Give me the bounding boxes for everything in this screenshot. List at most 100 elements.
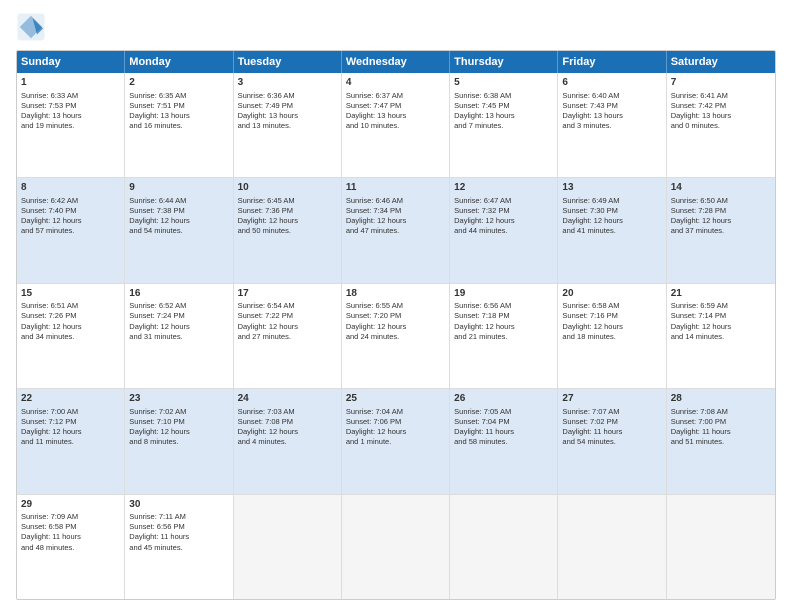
day-number: 1 bbox=[21, 76, 120, 90]
cell-line: and 21 minutes. bbox=[454, 332, 553, 342]
cell-line: Daylight: 12 hours bbox=[21, 322, 120, 332]
cell-line: Daylight: 13 hours bbox=[454, 111, 553, 121]
cal-cell: 14Sunrise: 6:50 AMSunset: 7:28 PMDayligh… bbox=[667, 178, 775, 282]
cell-line: Sunrise: 7:04 AM bbox=[346, 407, 445, 417]
header bbox=[16, 12, 776, 42]
day-number: 18 bbox=[346, 287, 445, 301]
day-number: 3 bbox=[238, 76, 337, 90]
cell-line: and 57 minutes. bbox=[21, 226, 120, 236]
cell-line: Sunset: 7:32 PM bbox=[454, 206, 553, 216]
cell-line: Daylight: 12 hours bbox=[21, 427, 120, 437]
cell-line: Sunset: 7:40 PM bbox=[21, 206, 120, 216]
cal-cell: 3Sunrise: 6:36 AMSunset: 7:49 PMDaylight… bbox=[234, 73, 342, 177]
cal-cell: 15Sunrise: 6:51 AMSunset: 7:26 PMDayligh… bbox=[17, 284, 125, 388]
calendar-header: SundayMondayTuesdayWednesdayThursdayFrid… bbox=[17, 51, 775, 73]
cal-cell: 1Sunrise: 6:33 AMSunset: 7:53 PMDaylight… bbox=[17, 73, 125, 177]
cell-line: Daylight: 12 hours bbox=[671, 322, 771, 332]
cal-cell bbox=[450, 495, 558, 599]
cell-line: Daylight: 12 hours bbox=[129, 427, 228, 437]
cell-line: Sunset: 7:12 PM bbox=[21, 417, 120, 427]
cell-line: and 3 minutes. bbox=[562, 121, 661, 131]
cal-cell: 22Sunrise: 7:00 AMSunset: 7:12 PMDayligh… bbox=[17, 389, 125, 493]
cell-line: Sunset: 7:04 PM bbox=[454, 417, 553, 427]
logo bbox=[16, 12, 50, 42]
cal-cell: 25Sunrise: 7:04 AMSunset: 7:06 PMDayligh… bbox=[342, 389, 450, 493]
day-number: 24 bbox=[238, 392, 337, 406]
cell-line: Sunrise: 7:09 AM bbox=[21, 512, 120, 522]
cell-line: Sunset: 7:18 PM bbox=[454, 311, 553, 321]
cell-line: Sunrise: 6:51 AM bbox=[21, 301, 120, 311]
cal-cell: 19Sunrise: 6:56 AMSunset: 7:18 PMDayligh… bbox=[450, 284, 558, 388]
cell-line: and 7 minutes. bbox=[454, 121, 553, 131]
cal-row-4: 29Sunrise: 7:09 AMSunset: 6:58 PMDayligh… bbox=[17, 495, 775, 599]
cell-line: Sunrise: 6:50 AM bbox=[671, 196, 771, 206]
cal-header-cell-saturday: Saturday bbox=[667, 51, 775, 73]
cell-line: and 45 minutes. bbox=[129, 543, 228, 553]
cell-line: Sunrise: 6:55 AM bbox=[346, 301, 445, 311]
day-number: 8 bbox=[21, 181, 120, 195]
cell-line: Daylight: 12 hours bbox=[346, 216, 445, 226]
cal-cell: 13Sunrise: 6:49 AMSunset: 7:30 PMDayligh… bbox=[558, 178, 666, 282]
cell-line: Sunrise: 6:33 AM bbox=[21, 91, 120, 101]
cell-line: and 14 minutes. bbox=[671, 332, 771, 342]
cell-line: Sunrise: 6:52 AM bbox=[129, 301, 228, 311]
cell-line: Sunset: 7:02 PM bbox=[562, 417, 661, 427]
cal-header-cell-friday: Friday bbox=[558, 51, 666, 73]
day-number: 11 bbox=[346, 181, 445, 195]
day-number: 12 bbox=[454, 181, 553, 195]
cell-line: Daylight: 13 hours bbox=[21, 111, 120, 121]
cell-line: and 54 minutes. bbox=[129, 226, 228, 236]
cell-line: Daylight: 13 hours bbox=[129, 111, 228, 121]
day-number: 30 bbox=[129, 498, 228, 512]
cell-line: Sunrise: 7:08 AM bbox=[671, 407, 771, 417]
cell-line: and 44 minutes. bbox=[454, 226, 553, 236]
cell-line: Sunrise: 6:42 AM bbox=[21, 196, 120, 206]
cell-line: Sunrise: 6:49 AM bbox=[562, 196, 661, 206]
cal-cell: 11Sunrise: 6:46 AMSunset: 7:34 PMDayligh… bbox=[342, 178, 450, 282]
cal-header-cell-monday: Monday bbox=[125, 51, 233, 73]
cell-line: Sunrise: 6:36 AM bbox=[238, 91, 337, 101]
cell-line: Sunrise: 6:46 AM bbox=[346, 196, 445, 206]
cell-line: Sunrise: 6:47 AM bbox=[454, 196, 553, 206]
cell-line: and 16 minutes. bbox=[129, 121, 228, 131]
cell-line: Sunset: 7:22 PM bbox=[238, 311, 337, 321]
cell-line: Sunrise: 6:41 AM bbox=[671, 91, 771, 101]
cell-line: Sunset: 7:16 PM bbox=[562, 311, 661, 321]
cal-header-cell-tuesday: Tuesday bbox=[234, 51, 342, 73]
cell-line: Sunrise: 6:37 AM bbox=[346, 91, 445, 101]
day-number: 13 bbox=[562, 181, 661, 195]
day-number: 19 bbox=[454, 287, 553, 301]
cell-line: Daylight: 12 hours bbox=[562, 216, 661, 226]
cal-cell: 12Sunrise: 6:47 AMSunset: 7:32 PMDayligh… bbox=[450, 178, 558, 282]
calendar-body: 1Sunrise: 6:33 AMSunset: 7:53 PMDaylight… bbox=[17, 73, 775, 599]
cell-line: and 0 minutes. bbox=[671, 121, 771, 131]
cell-line: Daylight: 12 hours bbox=[671, 216, 771, 226]
cell-line: and 37 minutes. bbox=[671, 226, 771, 236]
cell-line: Daylight: 11 hours bbox=[671, 427, 771, 437]
cell-line: Sunrise: 6:40 AM bbox=[562, 91, 661, 101]
cell-line: Sunrise: 7:05 AM bbox=[454, 407, 553, 417]
cell-line: and 48 minutes. bbox=[21, 543, 120, 553]
cell-line: and 50 minutes. bbox=[238, 226, 337, 236]
day-number: 6 bbox=[562, 76, 661, 90]
cell-line: Sunrise: 7:00 AM bbox=[21, 407, 120, 417]
cal-cell: 9Sunrise: 6:44 AMSunset: 7:38 PMDaylight… bbox=[125, 178, 233, 282]
cell-line: and 34 minutes. bbox=[21, 332, 120, 342]
cell-line: Daylight: 13 hours bbox=[562, 111, 661, 121]
cal-cell: 4Sunrise: 6:37 AMSunset: 7:47 PMDaylight… bbox=[342, 73, 450, 177]
cell-line: Sunset: 7:43 PM bbox=[562, 101, 661, 111]
cell-line: Sunrise: 7:07 AM bbox=[562, 407, 661, 417]
cal-cell: 16Sunrise: 6:52 AMSunset: 7:24 PMDayligh… bbox=[125, 284, 233, 388]
calendar: SundayMondayTuesdayWednesdayThursdayFrid… bbox=[16, 50, 776, 600]
cal-cell: 5Sunrise: 6:38 AMSunset: 7:45 PMDaylight… bbox=[450, 73, 558, 177]
day-number: 7 bbox=[671, 76, 771, 90]
cell-line: Sunset: 7:51 PM bbox=[129, 101, 228, 111]
cal-cell: 8Sunrise: 6:42 AMSunset: 7:40 PMDaylight… bbox=[17, 178, 125, 282]
cell-line: Sunset: 7:42 PM bbox=[671, 101, 771, 111]
cell-line: Sunrise: 6:56 AM bbox=[454, 301, 553, 311]
day-number: 5 bbox=[454, 76, 553, 90]
day-number: 16 bbox=[129, 287, 228, 301]
day-number: 22 bbox=[21, 392, 120, 406]
cell-line: Sunset: 7:38 PM bbox=[129, 206, 228, 216]
day-number: 4 bbox=[346, 76, 445, 90]
